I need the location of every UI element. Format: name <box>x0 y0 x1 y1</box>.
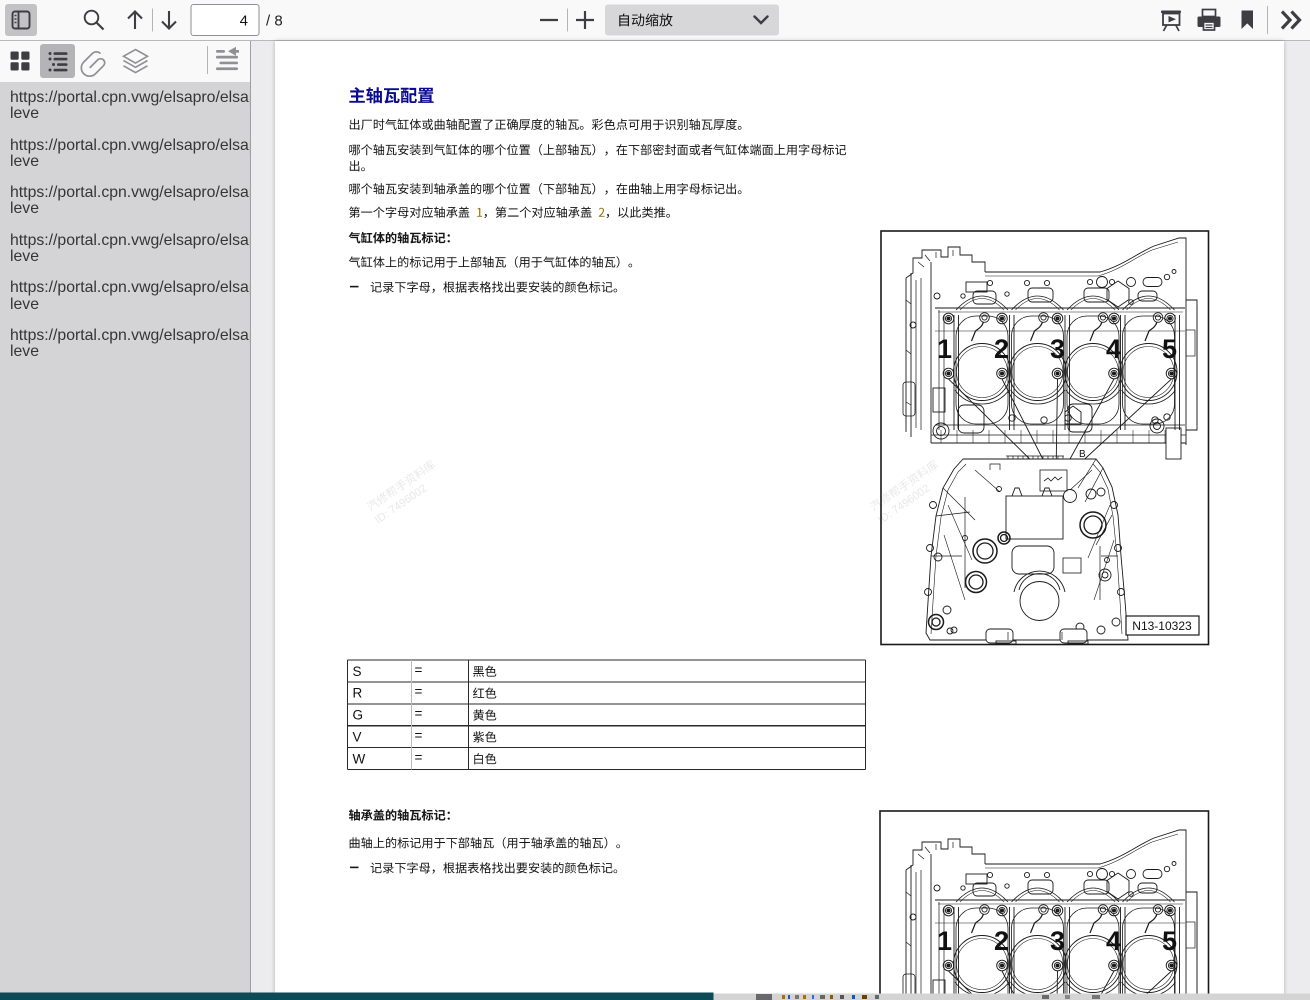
svg-text:R: R <box>353 686 363 701</box>
svg-text:ID: 7496002: ID: 7496002 <box>373 483 429 527</box>
svg-text:4: 4 <box>240 12 248 29</box>
svg-text:V: V <box>353 730 362 745</box>
svg-text:3: 3 <box>1050 334 1065 364</box>
svg-text:N13-10323: N13-10323 <box>1132 619 1192 633</box>
svg-text:B: B <box>1079 449 1086 460</box>
svg-text:G: G <box>353 708 364 723</box>
svg-text:4: 4 <box>1106 334 1121 364</box>
svg-text:/ 8: / 8 <box>266 12 283 29</box>
svg-text:=: = <box>415 684 423 699</box>
svg-text:=: = <box>415 728 423 743</box>
svg-text:5: 5 <box>1162 334 1177 364</box>
svg-text:1: 1 <box>937 334 952 364</box>
svg-text:=: = <box>415 706 423 721</box>
svg-text:ID: 7496002: ID: 7496002 <box>876 483 932 527</box>
svg-text:S: S <box>353 664 362 679</box>
svg-text:=: = <box>415 662 423 677</box>
svg-text:=: = <box>415 750 423 765</box>
svg-text:W: W <box>353 751 366 766</box>
svg-text:2: 2 <box>994 334 1009 364</box>
